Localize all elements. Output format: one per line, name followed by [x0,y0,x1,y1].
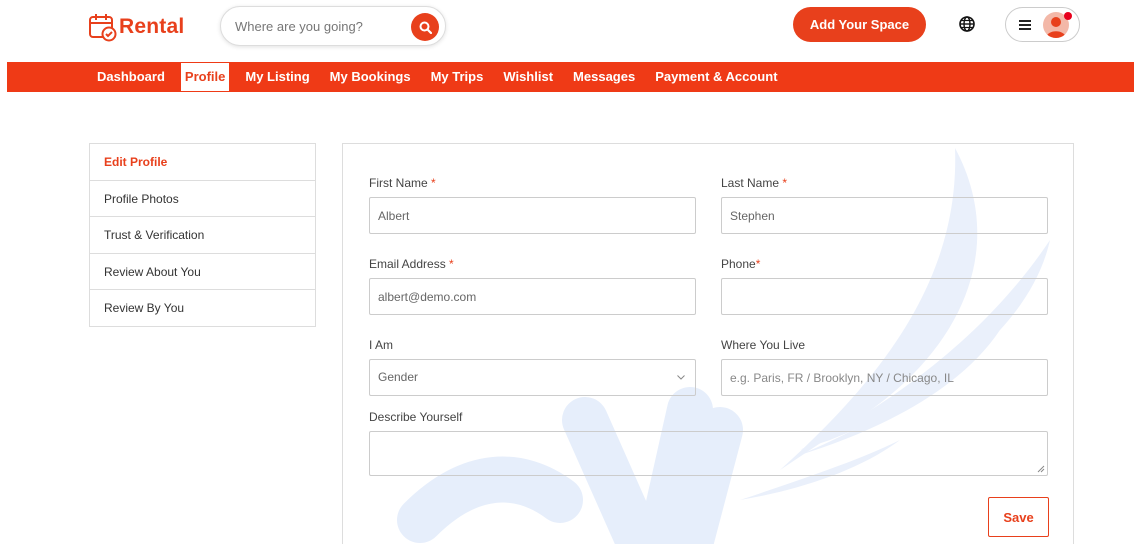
search-bar [220,6,446,46]
where-you-live-input[interactable] [721,359,1048,396]
globe-icon[interactable] [959,16,975,32]
phone-label: Phone* [721,257,760,271]
chevron-down-icon [677,375,685,380]
required-mark: * [431,176,436,190]
save-button[interactable]: Save [988,497,1049,537]
required-mark: * [449,257,454,271]
required-mark: * [782,176,788,190]
nav-my-listing[interactable]: My Listing [235,62,319,92]
user-menu-button[interactable] [1005,7,1080,42]
where-you-live-label: Where You Live [721,338,806,352]
resize-grip-icon[interactable] [1037,465,1045,473]
top-header: Rental Add Your Space [0,0,1134,62]
last-name-label: Last Name * [721,176,787,190]
brand-name: Rental [119,15,185,38]
i-am-label: I Am [369,338,394,352]
brand-logo[interactable]: Rental [88,12,184,42]
phone-label-text: Phone [721,257,756,271]
nav-profile[interactable]: Profile [180,63,230,91]
email-label: Email Address * [369,257,454,271]
nav-my-trips[interactable]: My Trips [421,62,494,92]
describe-yourself-label: Describe Yourself [369,410,463,424]
describe-yourself-textarea[interactable] [369,431,1048,476]
nav-messages[interactable]: Messages [563,62,645,92]
sidebar-item-profile-photos[interactable]: Profile Photos [90,181,315,218]
nav-my-bookings[interactable]: My Bookings [320,62,421,92]
sidebar-item-review-by-you[interactable]: Review By You [90,290,315,327]
calendar-check-icon [89,14,117,42]
first-name-label: First Name * [369,176,436,190]
profile-side-menu: Edit Profile Profile Photos Trust & Veri… [89,143,316,327]
search-icon [419,21,432,34]
email-input[interactable] [369,278,696,315]
search-button[interactable] [411,13,439,41]
sidebar-item-edit-profile[interactable]: Edit Profile [90,144,315,181]
last-name-label-text: Last Name [721,176,780,190]
notification-dot [1064,12,1072,20]
hamburger-icon [1019,20,1031,30]
required-mark: * [755,257,761,271]
gender-select-value: Gender [378,370,419,384]
first-name-label-text: First Name [369,176,428,190]
email-label-text: Email Address [369,257,446,271]
nav-wishlist[interactable]: Wishlist [493,62,563,92]
sidebar-item-trust-verification[interactable]: Trust & Verification [90,217,315,254]
search-input[interactable] [235,16,405,36]
edit-profile-form: First Name * Last Name * Email Address *… [342,143,1074,544]
phone-input[interactable] [721,278,1048,315]
dashboard-nav: Dashboard Profile My Listing My Bookings… [7,62,1134,92]
nav-payment-account[interactable]: Payment & Account [645,62,787,92]
first-name-input[interactable] [369,197,696,234]
sidebar-item-review-about-you[interactable]: Review About You [90,254,315,291]
gender-select[interactable]: Gender [369,359,696,396]
add-your-space-button[interactable]: Add Your Space [793,7,926,42]
nav-dashboard[interactable]: Dashboard [87,62,175,92]
last-name-input[interactable] [721,197,1048,234]
